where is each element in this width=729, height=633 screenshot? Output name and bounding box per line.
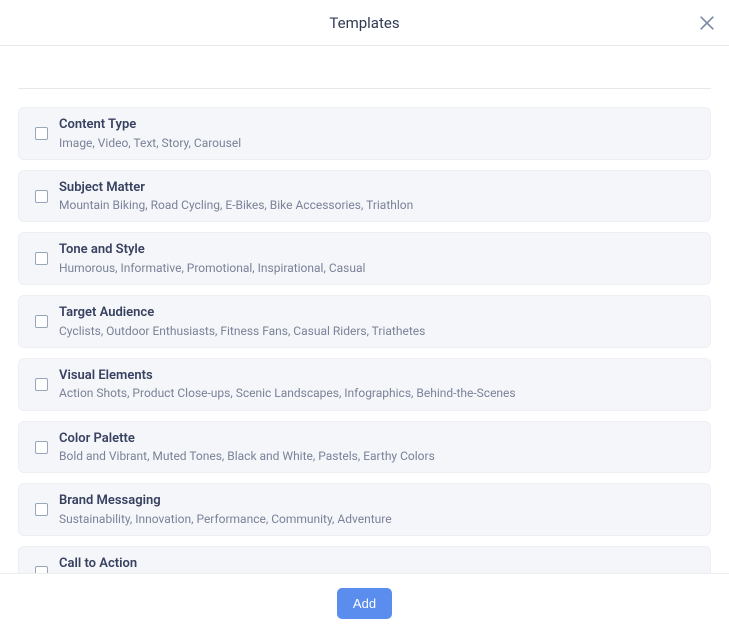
template-subtitle: Image, Video, Text, Story, Carousel: [59, 135, 698, 151]
checkbox-wrap: [29, 378, 53, 391]
template-item[interactable]: Visual ElementsAction Shots, Product Clo…: [18, 358, 711, 411]
template-title: Brand Messaging: [59, 492, 698, 510]
close-button[interactable]: [693, 9, 721, 37]
template-text: Brand MessagingSustainability, Innovatio…: [59, 492, 698, 527]
template-item[interactable]: Target AudienceCyclists, Outdoor Enthusi…: [18, 295, 711, 348]
template-checkbox[interactable]: [35, 252, 48, 265]
template-checkbox[interactable]: [35, 190, 48, 203]
modal-title: Templates: [329, 14, 399, 32]
template-subtitle: Cyclists, Outdoor Enthusiasts, Fitness F…: [59, 323, 698, 339]
template-item[interactable]: Tone and StyleHumorous, Informative, Pro…: [18, 232, 711, 285]
checkbox-wrap: [29, 190, 53, 203]
template-item[interactable]: Brand MessagingSustainability, Innovatio…: [18, 483, 711, 536]
template-item[interactable]: Subject MatterMountain Biking, Road Cycl…: [18, 170, 711, 223]
template-subtitle: Action Shots, Product Close-ups, Scenic …: [59, 385, 698, 401]
close-icon: [697, 13, 717, 33]
template-title: Subject Matter: [59, 179, 698, 197]
template-subtitle: Mountain Biking, Road Cycling, E-Bikes, …: [59, 197, 698, 213]
checkbox-wrap: [29, 441, 53, 454]
template-title: Content Type: [59, 116, 698, 134]
add-button[interactable]: Add: [337, 588, 392, 619]
template-item[interactable]: Color PaletteBold and Vibrant, Muted Ton…: [18, 421, 711, 474]
modal-header: Templates: [0, 0, 729, 46]
template-title: Target Audience: [59, 304, 698, 322]
template-text: Color PaletteBold and Vibrant, Muted Ton…: [59, 430, 698, 465]
checkbox-wrap: [29, 127, 53, 140]
template-checkbox[interactable]: [35, 441, 48, 454]
template-text: Visual ElementsAction Shots, Product Clo…: [59, 367, 698, 402]
template-checkbox[interactable]: [35, 127, 48, 140]
template-checkbox[interactable]: [35, 566, 48, 573]
checkbox-wrap: [29, 566, 53, 573]
template-text: Call to ActionShop Now, Learn More, Sign…: [59, 555, 698, 573]
template-title: Visual Elements: [59, 367, 698, 385]
template-text: Content TypeImage, Video, Text, Story, C…: [59, 116, 698, 151]
template-title: Color Palette: [59, 430, 698, 448]
template-text: Tone and StyleHumorous, Informative, Pro…: [59, 241, 698, 276]
template-checkbox[interactable]: [35, 315, 48, 328]
checkbox-wrap: [29, 315, 53, 328]
checkbox-wrap: [29, 252, 53, 265]
template-subtitle: Bold and Vibrant, Muted Tones, Black and…: [59, 448, 698, 464]
template-text: Subject MatterMountain Biking, Road Cycl…: [59, 179, 698, 214]
template-item[interactable]: Call to ActionShop Now, Learn More, Sign…: [18, 546, 711, 573]
modal-body: Content TypeImage, Video, Text, Story, C…: [0, 46, 729, 573]
template-checkbox[interactable]: [35, 378, 48, 391]
template-checkbox[interactable]: [35, 503, 48, 516]
template-subtitle: Humorous, Informative, Promotional, Insp…: [59, 260, 698, 276]
checkbox-wrap: [29, 503, 53, 516]
template-subtitle: Sustainability, Innovation, Performance,…: [59, 511, 698, 527]
template-item[interactable]: Content TypeImage, Video, Text, Story, C…: [18, 107, 711, 160]
modal-footer: Add: [0, 573, 729, 633]
template-text: Target AudienceCyclists, Outdoor Enthusi…: [59, 304, 698, 339]
templates-modal: Templates Content TypeImage, Video, Text…: [0, 0, 729, 633]
template-title: Call to Action: [59, 555, 698, 573]
template-title: Tone and Style: [59, 241, 698, 259]
templates-list: Content TypeImage, Video, Text, Story, C…: [18, 88, 711, 573]
